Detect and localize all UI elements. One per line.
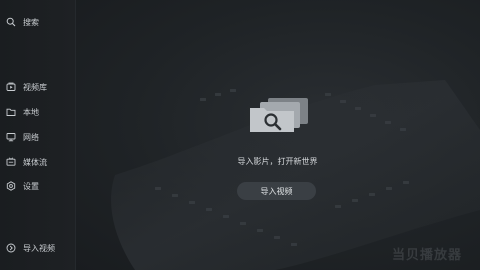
video-library-icon [6, 82, 16, 91]
main-panel: 导入影片，打开新世界 导入视频 当贝播放器 [75, 0, 480, 270]
sidebar-item-import[interactable]: 导入视频 [6, 241, 55, 255]
settings-icon [6, 181, 16, 191]
media-stream-icon [6, 157, 16, 166]
network-icon [6, 133, 16, 142]
import-icon [6, 243, 16, 253]
sidebar-item-label: 网络 [23, 132, 39, 142]
sidebar-item-media-stream[interactable]: 媒体流 [6, 155, 47, 169]
watermark-logo: 当贝播放器 [391, 248, 462, 263]
sidebar-item-local[interactable]: 本地 [6, 105, 39, 119]
search-icon [6, 17, 16, 27]
sidebar-item-network[interactable]: 网络 [6, 130, 39, 144]
sidebar-item-label: 视频库 [23, 82, 47, 92]
import-video-button[interactable]: 导入视频 [237, 182, 316, 200]
folder-icon [6, 108, 16, 116]
sidebar: 搜索 视频库 本地 网络 媒体流 设置 导入视频 [0, 0, 76, 270]
sidebar-item-label: 媒体流 [23, 157, 47, 167]
sidebar-item-label: 本地 [23, 107, 39, 117]
folder-search-icon [250, 98, 308, 132]
sidebar-item-label: 设置 [23, 181, 39, 191]
sidebar-item-video-library[interactable]: 视频库 [6, 80, 47, 94]
sidebar-item-settings[interactable]: 设置 [6, 179, 39, 193]
film-strip-background [111, 80, 480, 270]
empty-state-prompt: 导入影片，打开新世界 [237, 157, 318, 166]
sidebar-item-search[interactable]: 搜索 [6, 15, 39, 29]
sidebar-item-label: 导入视频 [23, 243, 55, 253]
sidebar-item-label: 搜索 [23, 17, 39, 27]
